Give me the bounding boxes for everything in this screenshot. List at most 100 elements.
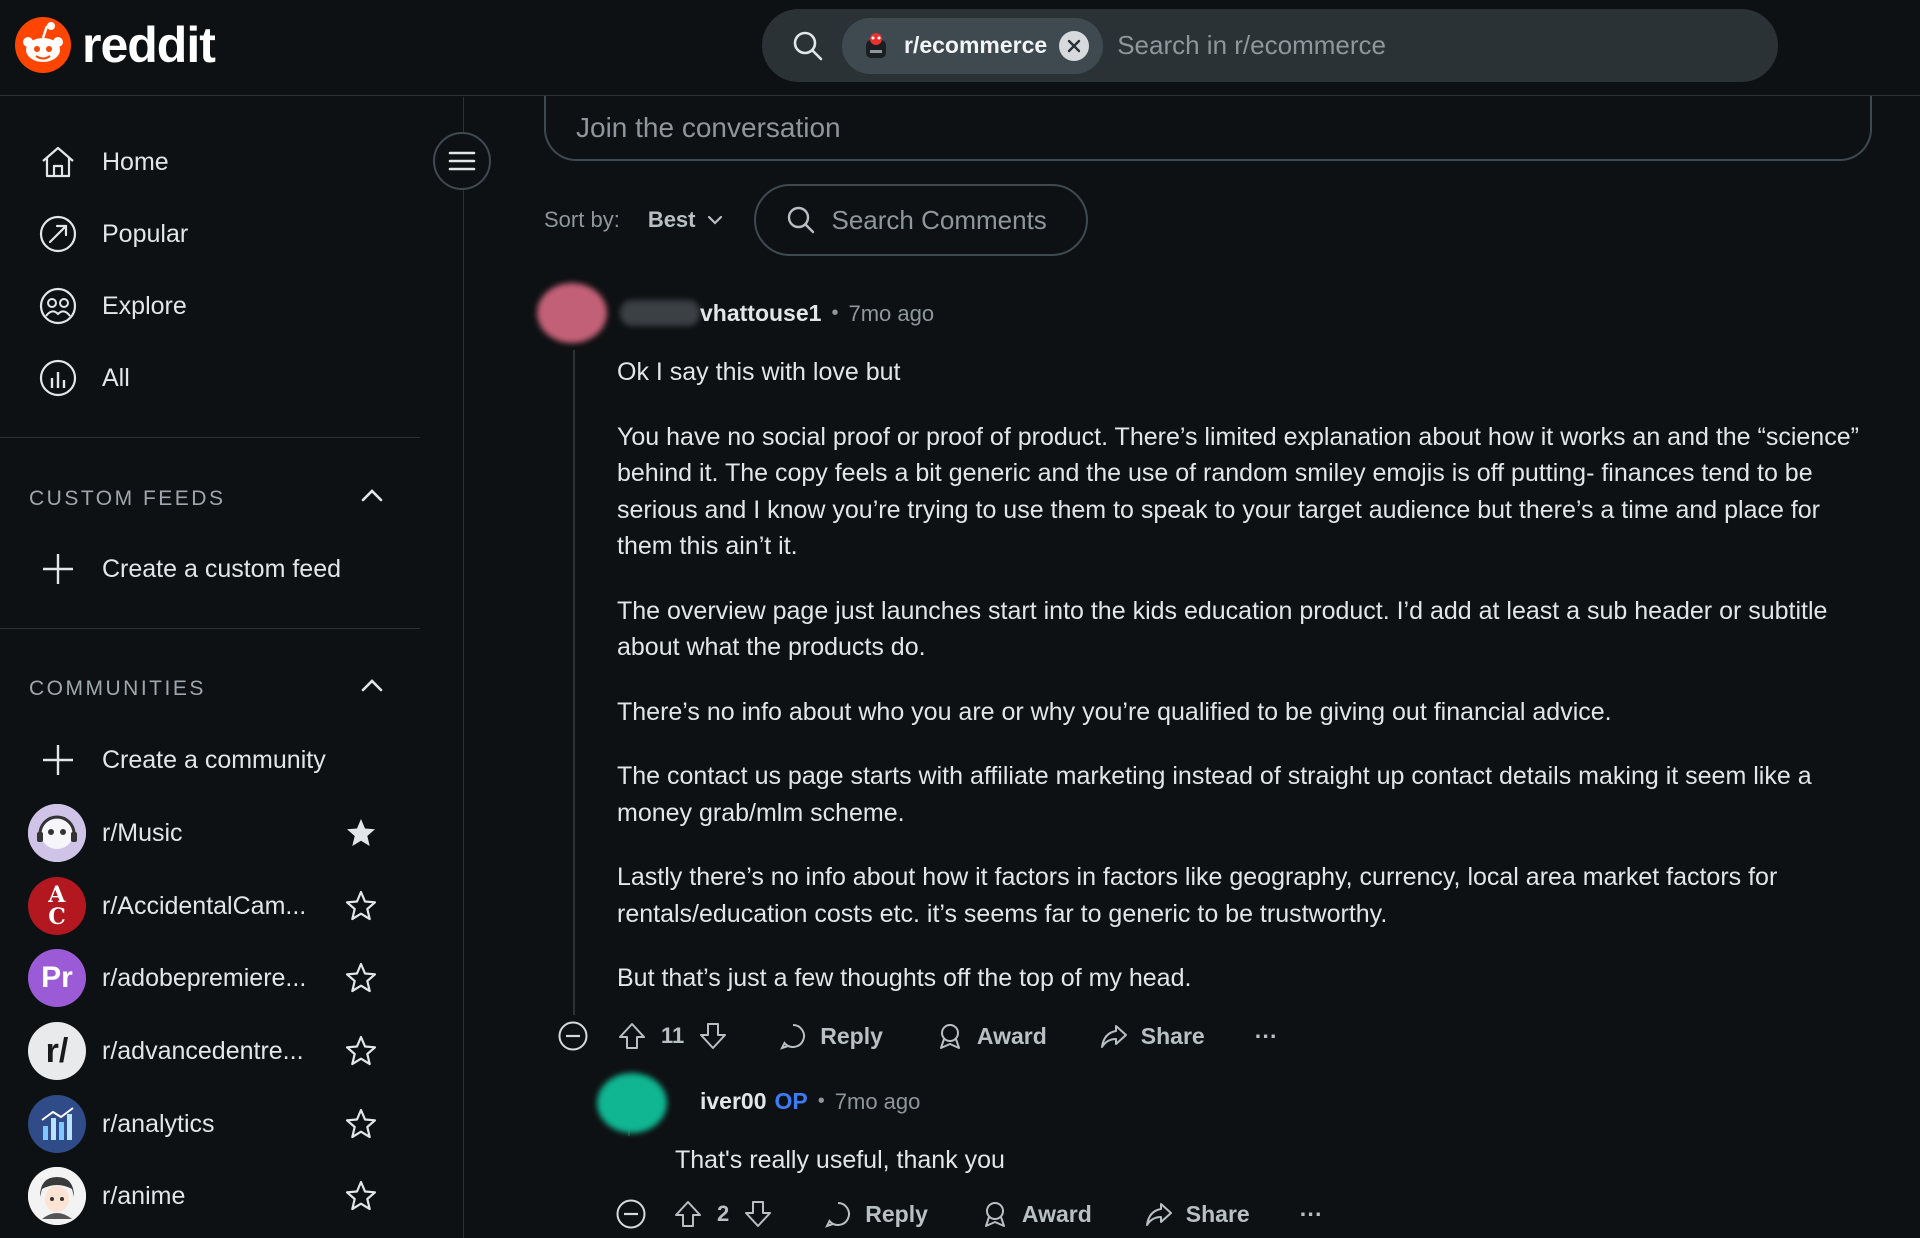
comment-paragraph: The overview page just launches start in… xyxy=(617,596,1828,662)
community-item-anime[interactable]: r/anime xyxy=(28,1167,388,1225)
comment-time[interactable]: 7mo ago xyxy=(848,301,934,327)
community-name: r/analytics xyxy=(102,1109,215,1138)
comment-time[interactable]: 7mo ago xyxy=(835,1089,921,1115)
community-item-adobepremiere[interactable]: Pr r/adobepremiere... xyxy=(28,949,388,1007)
downvote-icon[interactable] xyxy=(743,1199,773,1229)
search-scope-chip[interactable]: r/ecommerce xyxy=(842,17,1104,74)
hamburger-menu-icon xyxy=(448,151,476,171)
communities-title: COMMUNITIES xyxy=(29,677,206,700)
comment-author[interactable]: iver00 xyxy=(700,1088,767,1115)
reply-button[interactable]: Reply xyxy=(778,1021,883,1051)
chevron-up-icon[interactable] xyxy=(358,482,386,510)
join-conversation-placeholder: Join the conversation xyxy=(576,111,841,143)
avatar[interactable] xyxy=(597,1073,667,1133)
community-item-music[interactable]: r/Music xyxy=(28,804,388,862)
search-comments-input[interactable]: Search Comments xyxy=(753,184,1088,256)
thread-line[interactable] xyxy=(573,350,575,1015)
comment-paragraph: The contact us page starts with affiliat… xyxy=(617,762,1812,827)
community-avatar: Pr xyxy=(28,949,86,1007)
search-icon xyxy=(793,31,823,60)
custom-feeds-title: CUSTOM FEEDS xyxy=(29,487,226,510)
analytics-avatar-icon xyxy=(41,1107,74,1140)
chevron-down-icon xyxy=(707,215,722,225)
share-button[interactable]: Share xyxy=(1144,1199,1250,1229)
nav-all[interactable]: All xyxy=(38,358,130,398)
home-icon xyxy=(42,146,74,178)
nav-home-label: Home xyxy=(102,147,169,176)
nav-home[interactable]: Home xyxy=(38,142,169,182)
plus-icon xyxy=(43,554,73,584)
top-bar: reddit r/ecommerce xyxy=(0,0,1920,96)
share-label: Share xyxy=(1140,1022,1205,1049)
award-label: Award xyxy=(1021,1200,1092,1227)
award-label: Award xyxy=(976,1022,1047,1049)
reply-button[interactable]: Reply xyxy=(823,1199,928,1229)
community-item-analytics[interactable]: r/analytics xyxy=(28,1095,388,1153)
community-item-accidentalcam[interactable]: AC r/AccidentalCam... xyxy=(28,877,388,935)
search-input[interactable] xyxy=(1117,30,1718,61)
more-options-button[interactable]: ··· xyxy=(1255,1023,1278,1050)
create-custom-feed-button[interactable]: Create a custom feed xyxy=(38,549,341,589)
comment-paragraph: But that’s just a few thoughts off the t… xyxy=(617,964,1192,992)
music-avatar-icon xyxy=(28,804,86,862)
award-button[interactable]: Award xyxy=(935,1021,1047,1051)
comment-author[interactable]: vhattouse1 xyxy=(700,300,821,327)
search-scope-label: r/ecommerce xyxy=(904,32,1048,58)
reddit-logo[interactable]: reddit xyxy=(14,16,216,74)
community-name: r/anime xyxy=(102,1181,186,1210)
clear-scope-button[interactable] xyxy=(1059,30,1090,61)
community-avatar: r/ xyxy=(28,1022,86,1080)
comment-paragraph: You have no social proof or proof of pro… xyxy=(617,422,1859,561)
nav-popular[interactable]: Popular xyxy=(38,214,188,254)
community-name: r/AccidentalCam... xyxy=(102,891,307,920)
star-outline-icon[interactable] xyxy=(344,1107,378,1141)
plus-icon xyxy=(43,745,73,775)
comment-header: iver00 OP • 7mo ago xyxy=(700,1088,920,1115)
search-icon xyxy=(787,206,814,234)
community-item-advancedentre[interactable]: r/ r/advancedentre... xyxy=(28,1022,388,1080)
upvote-icon[interactable] xyxy=(617,1021,647,1051)
comment-paragraph: Ok I say this with love but xyxy=(617,358,901,386)
create-community-label: Create a community xyxy=(102,745,326,774)
collapse-thread-icon[interactable] xyxy=(615,1198,647,1230)
award-button[interactable]: Award xyxy=(980,1199,1092,1229)
sidebar-divider xyxy=(0,437,420,438)
vote-count: 2 xyxy=(717,1201,730,1226)
community-avatar: AC xyxy=(28,877,86,935)
avatar-letters: Pr xyxy=(41,961,73,994)
share-button[interactable]: Share xyxy=(1099,1021,1205,1051)
search-bar[interactable]: r/ecommerce xyxy=(762,9,1778,82)
share-icon xyxy=(1145,1203,1172,1226)
avatar[interactable] xyxy=(537,283,607,343)
award-icon xyxy=(984,1202,1005,1227)
comment-body: Ok I say this with love but You have no … xyxy=(617,354,1867,1025)
nav-popular-label: Popular xyxy=(102,219,189,248)
community-name: r/Music xyxy=(102,818,183,847)
join-conversation-input[interactable]: Join the conversation xyxy=(544,96,1872,161)
more-options-button[interactable]: ··· xyxy=(1300,1201,1323,1228)
community-name: r/advancedentre... xyxy=(102,1036,304,1065)
star-outline-icon[interactable] xyxy=(344,1034,378,1068)
star-outline-icon[interactable] xyxy=(344,961,378,995)
comment-paragraph: There’s no info about who you are or why… xyxy=(617,697,1612,726)
sort-label: Sort by: xyxy=(544,207,620,232)
nav-all-label: All xyxy=(102,363,130,392)
sort-dropdown[interactable]: Best xyxy=(648,207,724,233)
star-outline-icon[interactable] xyxy=(344,889,378,923)
subreddit-avatar-icon xyxy=(866,32,886,58)
create-community-button[interactable]: Create a community xyxy=(38,740,326,780)
star-outline-icon[interactable] xyxy=(344,1179,378,1213)
create-custom-feed-label: Create a custom feed xyxy=(102,554,342,583)
popular-icon xyxy=(39,215,77,253)
community-name: r/adobepremiere... xyxy=(102,963,307,992)
collapse-sidebar-button[interactable] xyxy=(433,132,491,190)
reply-icon xyxy=(825,1202,851,1228)
downvote-icon[interactable] xyxy=(698,1021,728,1051)
chevron-up-icon[interactable] xyxy=(358,672,386,700)
collapse-thread-icon[interactable] xyxy=(557,1020,589,1052)
upvote-icon[interactable] xyxy=(673,1199,703,1229)
nav-explore[interactable]: Explore xyxy=(38,286,187,326)
op-badge: OP xyxy=(774,1088,808,1114)
meta-separator: • xyxy=(831,302,839,324)
star-filled-icon[interactable] xyxy=(344,816,378,850)
